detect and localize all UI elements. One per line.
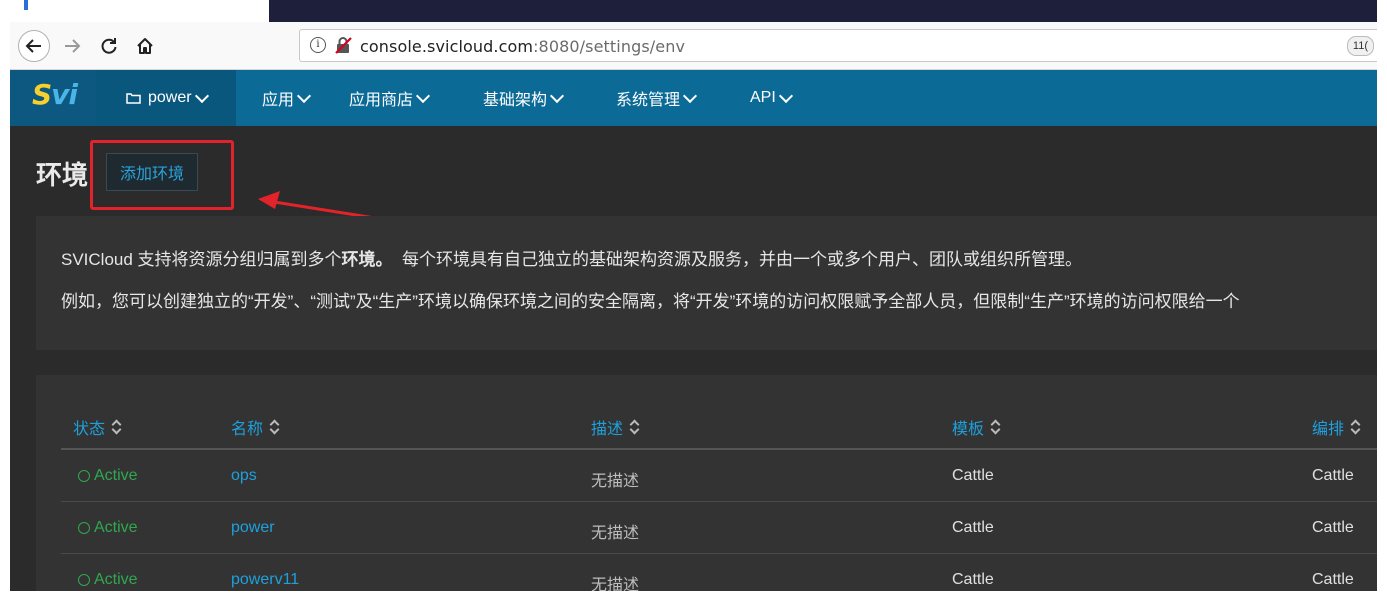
tab-strip-background xyxy=(269,0,1377,22)
reload-button[interactable] xyxy=(95,32,123,60)
col-header-orchestration-label: 编排 xyxy=(1312,421,1345,438)
status-badge: Active xyxy=(78,519,138,537)
arrow-right-icon xyxy=(65,39,81,53)
active-tab-indicator xyxy=(24,0,28,10)
col-header-name[interactable]: 名称 xyxy=(231,415,278,439)
page-title: 环境 xyxy=(36,160,89,190)
env-name-link[interactable]: ops xyxy=(231,467,257,485)
nav-app-store[interactable]: 应用商店 xyxy=(349,70,431,126)
brand-logo[interactable]: Svi xyxy=(10,70,96,126)
annotation-highlight-box xyxy=(90,140,234,210)
url-host: console.svicloud.com xyxy=(360,37,534,56)
circle-icon xyxy=(78,470,90,482)
zoom-badge[interactable]: 11( xyxy=(1346,36,1374,56)
url-text[interactable]: console.svicloud.com:8080/settings/env xyxy=(360,37,685,56)
nav-app-store-label: 应用商店 xyxy=(349,92,414,109)
col-header-template-label: 模板 xyxy=(952,421,985,438)
status-badge: Active xyxy=(78,467,138,485)
url-path: :8080/settings/env xyxy=(533,37,686,56)
environment-menu[interactable]: power xyxy=(96,70,236,126)
environment-table: 状态 名称 描述 模板 编排 Active ops 无描述 Cattle Cat… xyxy=(36,375,1377,591)
chevron-down-icon xyxy=(549,88,565,103)
status-text: Active xyxy=(94,571,138,588)
info-line-2: 例如，您可以创建独立的“开发”、“测试”及“生产”环境以确保环境之间的安全隔离，… xyxy=(61,292,1240,311)
environment-menu-label: power xyxy=(148,89,192,106)
chevron-down-icon xyxy=(415,88,431,103)
circle-icon xyxy=(78,574,90,586)
nav-infrastructure-label: 基础架构 xyxy=(483,92,548,109)
col-header-orchestration[interactable]: 编排 xyxy=(1312,415,1359,439)
nav-infrastructure[interactable]: 基础架构 xyxy=(483,70,565,126)
env-template: Cattle xyxy=(952,571,994,588)
logo-text: Svi xyxy=(32,78,78,111)
env-orchestration: Cattle xyxy=(1312,519,1354,536)
arrow-left-icon xyxy=(25,39,41,53)
address-bar[interactable]: i console.svicloud.com:8080/settings/env… xyxy=(299,29,1377,62)
insecure-lock-icon[interactable] xyxy=(334,36,352,54)
info-line-1-a: SVICloud 支持将资源分组归属到多个 xyxy=(61,250,342,269)
chevron-down-icon xyxy=(778,88,793,103)
reload-icon xyxy=(101,38,117,54)
env-orchestration: Cattle xyxy=(1312,467,1354,484)
col-header-status-label: 状态 xyxy=(73,421,106,438)
info-line-1: SVICloud 支持将资源分组归属到多个环境。 每个环境具有自己独立的基础架构… xyxy=(61,245,1082,270)
env-description: 无描述 xyxy=(591,525,640,542)
col-header-description[interactable]: 描述 xyxy=(591,415,638,439)
nav-apps[interactable]: 应用 xyxy=(262,70,312,126)
browser-window: i console.svicloud.com:8080/settings/env… xyxy=(10,0,1377,591)
row-divider xyxy=(61,553,1377,554)
col-header-template[interactable]: 模板 xyxy=(952,415,999,439)
sort-icon xyxy=(270,420,278,434)
header-divider xyxy=(61,448,1377,450)
folder-icon xyxy=(126,93,141,104)
env-template: Cattle xyxy=(952,519,994,536)
nav-admin[interactable]: 系统管理 xyxy=(616,70,698,126)
env-orchestration: Cattle xyxy=(1312,571,1354,588)
env-name-link[interactable]: powerv11 xyxy=(231,571,299,589)
info-line-1-b: 环境。 xyxy=(341,250,393,269)
env-description: 无描述 xyxy=(591,577,640,591)
col-header-name-label: 名称 xyxy=(231,421,264,438)
env-name-link[interactable]: power xyxy=(231,519,275,537)
chevron-down-icon xyxy=(194,88,209,103)
sort-icon xyxy=(112,420,120,434)
home-button[interactable] xyxy=(131,32,159,60)
circle-icon xyxy=(78,522,90,534)
sort-icon xyxy=(991,420,999,434)
nav-apps-label: 应用 xyxy=(262,92,295,109)
sort-icon xyxy=(630,420,638,434)
status-text: Active xyxy=(94,519,138,536)
col-header-description-label: 描述 xyxy=(591,421,624,438)
app-navbar: Svi power 应用 应用商店 基础架构 系统管理 API xyxy=(10,70,1377,126)
env-description: 无描述 xyxy=(591,473,640,490)
info-line-1-c: 每个环境具有自己独立的基础架构资源及服务，并由一个或多个用户、团队或组织所管理。 xyxy=(392,250,1082,269)
chevron-down-icon xyxy=(682,88,698,103)
env-template: Cattle xyxy=(952,467,994,484)
status-text: Active xyxy=(94,467,138,484)
back-button[interactable] xyxy=(18,30,50,62)
forward-button[interactable] xyxy=(58,32,86,60)
row-divider xyxy=(61,501,1377,502)
nav-api-label: API xyxy=(750,89,776,106)
home-icon xyxy=(137,38,153,54)
tab-strip xyxy=(10,0,1377,22)
info-panel: SVICloud 支持将资源分组归属到多个环境。 每个环境具有自己独立的基础架构… xyxy=(36,216,1377,350)
nav-api[interactable]: API xyxy=(750,70,793,126)
col-header-status[interactable]: 状态 xyxy=(73,415,120,439)
status-badge: Active xyxy=(78,571,138,589)
info-icon[interactable]: i xyxy=(310,37,326,53)
nav-admin-label: 系统管理 xyxy=(616,92,681,109)
chevron-down-icon xyxy=(296,88,312,103)
sort-icon xyxy=(1351,420,1359,434)
browser-toolbar: i console.svicloud.com:8080/settings/env… xyxy=(10,22,1377,70)
